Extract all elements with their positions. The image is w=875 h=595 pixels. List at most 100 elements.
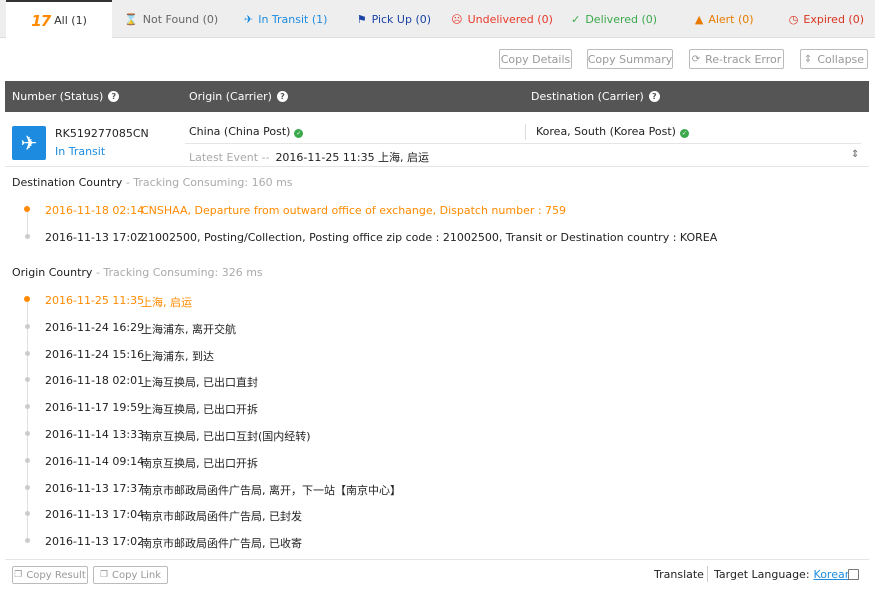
package-status: In Transit (55, 145, 106, 158)
event-time: 2016-11-18 02:01 (45, 374, 145, 388)
event-description: 南京互换局, 已出口互封(国内经转) (141, 430, 311, 443)
target-language: Target Language: Korean (714, 568, 852, 581)
origin-consuming: - Tracking Consuming: 326 ms (92, 266, 263, 279)
status-tabs: 17 All (1) ⌛ Not Found (0) ✈ In Transit … (0, 0, 875, 39)
event-time: 2016-11-14 09:14 (45, 454, 145, 468)
timeline-dot-icon (25, 404, 30, 410)
copy-details-label: Copy Details (500, 52, 571, 66)
event-time: 2016-11-25 11:35 (45, 294, 145, 307)
collapse-row-icon[interactable]: ⇕ (851, 149, 859, 160)
sad-face-icon: ☹ (451, 12, 463, 26)
event-description: 上海浦东, 离开交航 (141, 322, 236, 336)
17track-logo-icon: 17 (31, 11, 51, 30)
tab-delivered-count: (0) (641, 12, 658, 26)
target-language-link[interactable]: Korean (814, 568, 852, 581)
tab-pick-up-count: (0) (415, 12, 432, 26)
tab-in-transit-count: (1) (311, 12, 328, 26)
tab-undelivered-label: Undelivered (467, 12, 534, 26)
copy-icon: ❐ (14, 570, 23, 580)
header-origin: Origin (Carrier) ? (189, 81, 288, 112)
tab-undelivered[interactable]: ☹ Undelivered (0) (446, 0, 557, 38)
destination-carrier-label: Korea, South (Korea Post) (536, 125, 676, 138)
tab-alert[interactable]: ▲ Alert (0) (671, 0, 778, 38)
check-circle-icon: ✓ (294, 129, 304, 138)
event-row: 2016-11-18 02:14 CNSHAA, Departure from o… (0, 204, 875, 220)
event-row: 2016-11-18 02:01 上海互换局, 已出口直封 (0, 374, 875, 390)
event-time: 2016-11-17 19:59 (45, 401, 145, 415)
event-row: 2016-11-14 09:14 南京互换局, 已出口开拆 (0, 455, 875, 471)
divider (525, 124, 526, 140)
help-icon[interactable]: ? (648, 91, 660, 102)
translate-button[interactable]: Translate (654, 568, 704, 581)
translate-checkbox[interactable] (848, 569, 859, 580)
timeline-dot-icon (24, 206, 30, 212)
origin-title: Origin Country (12, 266, 93, 279)
table-header: Number (Status) ? Origin (Carrier) ? Des… (5, 81, 869, 112)
copy-summary-button[interactable]: Copy Summary (587, 49, 673, 69)
event-description: 上海浦东, 到达 (141, 349, 214, 363)
event-description: CNSHAA, Departure from outward office of… (141, 204, 567, 217)
tab-pick-up[interactable]: ⚑ Pick Up (0) (341, 0, 446, 38)
event-time: 2016-11-18 02:14 (45, 204, 145, 217)
copy-result-button[interactable]: ❐ Copy Result (12, 566, 88, 584)
tab-all-count: (1) (71, 14, 87, 27)
event-row: 2016-11-13 17:04 南京市邮政局函件广告局, 已封发 (0, 508, 875, 524)
timeline-dot-icon (25, 484, 30, 490)
tab-all[interactable]: 17 All (1) (6, 0, 113, 39)
event-row: 2016-11-13 17:02 21002500, Posting/Collec… (0, 231, 875, 247)
footer-bar: ❐ Copy Result ❐ Copy Link Translate Targ… (5, 559, 869, 589)
retrack-error-button[interactable]: ⟳ Re-track Error (689, 49, 784, 69)
event-row: 2016-11-24 16:29 上海浦东, 离开交航 (0, 321, 875, 337)
copy-icon: ❐ (99, 570, 109, 580)
refresh-icon: ⟳ (691, 53, 701, 65)
tab-in-transit[interactable]: ✈ In Transit (1) (230, 0, 341, 38)
copy-result-label: Copy Result (26, 569, 86, 581)
tab-not-found-label: Not Found (142, 12, 200, 26)
event-time: 2016-11-13 17:37 (45, 481, 145, 495)
event-time: 2016-11-24 16:29 (45, 320, 145, 334)
event-row: 2016-11-14 13:33 南京互换局, 已出口互封(国内经转) (0, 428, 875, 444)
copy-details-button[interactable]: Copy Details (499, 49, 572, 69)
destination-consuming: - Tracking Consuming: 160 ms (122, 176, 293, 189)
copy-link-label: Copy Link (112, 569, 162, 581)
timeline-dot-icon (25, 377, 30, 383)
plane-icon: ✈ (244, 12, 254, 26)
tab-alert-label: Alert (708, 12, 735, 26)
clock-icon: ◷ (788, 12, 799, 26)
event-time: 2016-11-13 17:04 (45, 508, 145, 522)
destination-title: Destination Country (12, 176, 123, 189)
help-icon[interactable]: ? (108, 91, 120, 102)
package-row[interactable]: ✈ RK519277085CN In Transit China (China … (5, 117, 869, 167)
header-destination-label: Destination (Carrier) (531, 90, 644, 103)
collapse-button[interactable]: ⇕ Collapse (800, 49, 868, 69)
flag-icon: ⚑ (356, 12, 367, 26)
destination-carrier: Korea, South (Korea Post) ✓ (536, 125, 689, 138)
in-transit-plane-icon: ✈ (12, 126, 46, 160)
event-time: 2016-11-13 17:02 (45, 231, 145, 244)
copy-link-button[interactable]: ❐ Copy Link (93, 566, 168, 584)
event-row: 2016-11-13 17:02 南京市邮政局函件广告局, 已收寄 (0, 535, 875, 551)
destination-section-title: Destination Country - Tracking Consuming… (12, 176, 293, 189)
retrack-error-label: Re-track Error (705, 52, 782, 66)
origin-section-title: Origin Country - Tracking Consuming: 326… (12, 266, 263, 279)
timeline-dot-icon (25, 457, 30, 463)
timeline-dot-icon (25, 323, 30, 329)
timeline-dot-icon (25, 350, 30, 356)
timeline-dot-icon (25, 538, 30, 544)
tab-delivered[interactable]: ✓ Delivered (0) (558, 0, 671, 38)
checkmark-icon: ✓ (571, 12, 581, 26)
latest-event: Latest Event -- 2016-11-25 11:35 上海, 启运 (189, 149, 429, 165)
event-description: 南京市邮政局函件广告局, 离开，下一站【南京中心】 (141, 483, 401, 497)
tab-all-label: All (54, 14, 68, 27)
header-destination: Destination (Carrier) ? (531, 81, 660, 112)
tab-expired[interactable]: ◷ Expired (0) (778, 0, 875, 38)
header-number: Number (Status) ? (12, 81, 120, 112)
event-description: 上海, 启运 (141, 296, 192, 309)
tab-not-found[interactable]: ⌛ Not Found (0) (112, 0, 230, 38)
event-time: 2016-11-13 17:02 (45, 535, 145, 549)
timeline-dot-icon (25, 234, 30, 239)
divider (707, 566, 708, 582)
tab-undelivered-count: (0) (537, 12, 553, 26)
tracking-number: RK519277085CN (55, 127, 149, 140)
help-icon[interactable]: ? (276, 91, 288, 102)
